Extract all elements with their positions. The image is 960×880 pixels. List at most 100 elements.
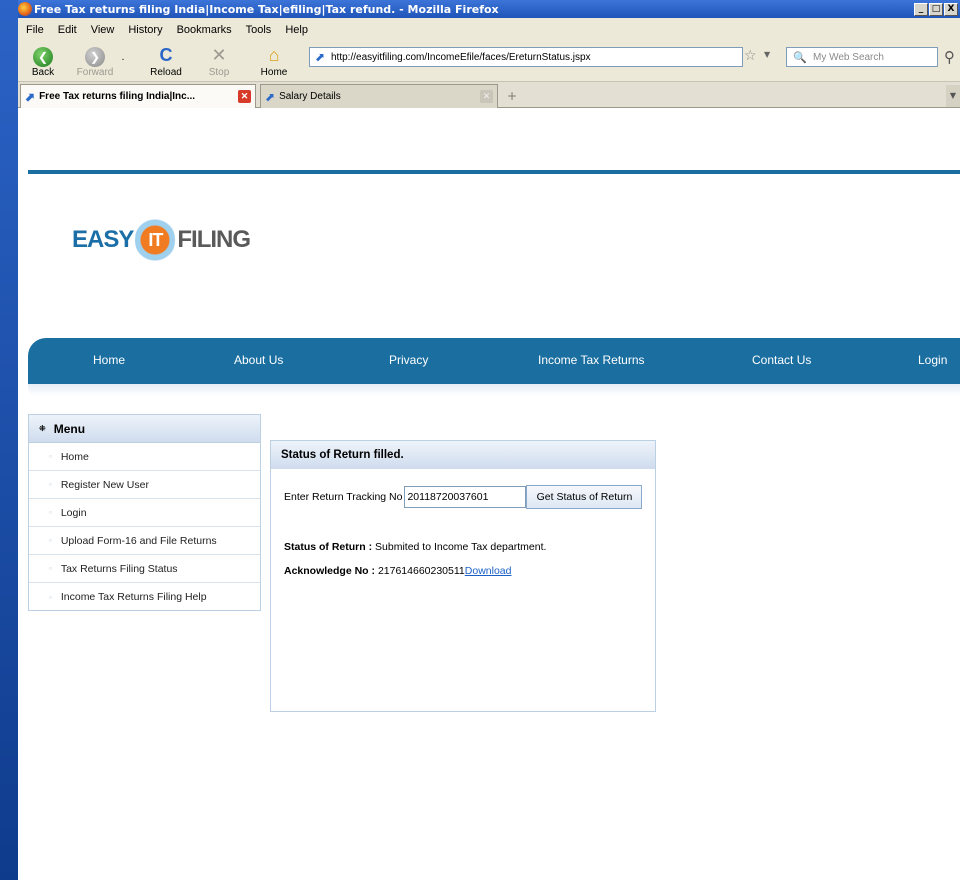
dropdown-dot-icon: . — [121, 52, 125, 63]
reload-label: Reload — [150, 67, 182, 78]
nav-shadow — [28, 384, 960, 396]
status-line: Status of Return : Submited to Income Ta… — [284, 541, 546, 553]
menu-bar: File Edit View History Bookmarks Tools H… — [18, 18, 960, 42]
nav-contact-us[interactable]: Contact Us — [752, 353, 811, 367]
url-bar[interactable]: ⬈ http://easyitfiling.com/IncomeEfile/fa… — [309, 47, 743, 67]
slide-border — [0, 0, 18, 880]
ack-label: Acknowledge No : — [284, 565, 376, 577]
tab-close-icon[interactable]: ✕ — [238, 90, 251, 103]
ack-line: Acknowledge No : 217614660230511Download — [284, 565, 511, 577]
tab-bar: ⬈ Free Tax returns filing India|Inc... ✕… — [18, 82, 960, 108]
status-panel: Status of Return filled. Enter Return Tr… — [270, 440, 656, 712]
tab-salary-label: Salary Details — [279, 91, 341, 102]
sidebar-title: Menu — [53, 421, 86, 436]
site-favicon-icon: ⬈ — [314, 50, 326, 64]
tracking-number-input[interactable]: 20118720037601 — [404, 486, 527, 508]
new-tab-icon[interactable]: + — [502, 86, 522, 106]
site-nav: Home About Us Privacy Income Tax Returns… — [28, 338, 960, 384]
search-go-icon[interactable]: ⚲ — [944, 48, 955, 66]
nav-login[interactable]: Login — [918, 353, 947, 367]
sidebar-item-home[interactable]: ▫ Home — [29, 443, 260, 471]
back-arrow-icon: ❮ — [33, 47, 53, 67]
reload-icon: C — [159, 45, 173, 65]
navigation-toolbar: ❮ Back ❯ Forward . C Reload ✕ Stop ⌂ Hom… — [18, 42, 960, 82]
sidebar-menu: ⁜ Menu ▫ Home ▫ Register New User ▫ Login ▫… — [28, 414, 261, 611]
download-link[interactable]: Download — [465, 565, 512, 577]
nav-about-us[interactable]: About Us — [234, 353, 283, 367]
menu-view[interactable]: View — [91, 24, 115, 36]
home-icon: ⌂ — [268, 45, 280, 65]
search-engine-icon[interactable]: 🔍 — [787, 51, 813, 64]
bullet-icon: ▫ — [49, 536, 52, 545]
header-divider — [28, 170, 960, 174]
url-text: http://easyitfiling.com/IncomeEfile/face… — [331, 51, 591, 63]
bullet-icon: ▫ — [49, 508, 52, 517]
tab-favicon-icon: ⬈ — [25, 89, 36, 104]
sidebar-item-filing-status[interactable]: ▫ Tax Returns Filing Status — [29, 555, 260, 583]
nav-privacy[interactable]: Privacy — [389, 353, 428, 367]
tab-main[interactable]: ⬈ Free Tax returns filing India|Inc... ✕ — [20, 84, 256, 108]
stop-label: Stop — [208, 67, 230, 78]
forward-dropdown[interactable]: . — [118, 52, 128, 63]
nav-income-tax-returns[interactable]: Income Tax Returns — [538, 353, 645, 367]
sidebar-item-upload-form16[interactable]: ▫ Upload Form-16 and File Returns — [29, 527, 260, 555]
tracking-label: Enter Return Tracking No — [284, 491, 403, 503]
menu-edit[interactable]: Edit — [58, 24, 77, 36]
url-dropdown-icon[interactable]: ▼ — [764, 50, 770, 59]
menu-tools[interactable]: Tools — [246, 24, 272, 36]
tab-list-icon[interactable]: ▼ — [946, 85, 960, 107]
home-button[interactable]: ⌂ Home — [258, 44, 290, 78]
forward-label: Forward — [76, 67, 114, 78]
firefox-icon — [18, 2, 32, 16]
bullet-icon: ▫ — [49, 452, 52, 461]
tab-main-label: Free Tax returns filing India|Inc... — [39, 91, 196, 102]
menu-history[interactable]: History — [128, 24, 162, 36]
menu-help[interactable]: Help — [285, 24, 308, 36]
bullet-icon: ▫ — [49, 564, 52, 573]
bullet-icon: ▫ — [49, 592, 52, 602]
tab-salary-details[interactable]: ⬈ Salary Details ✕ — [260, 84, 498, 108]
window-title: Free Tax returns filing India|Income Tax… — [34, 2, 499, 16]
sidebar-item-label: Tax Returns Filing Status — [60, 562, 178, 575]
maximize-button[interactable]: □ — [929, 2, 943, 16]
sidebar-item-label: Register New User — [60, 478, 149, 491]
get-status-button[interactable]: Get Status of Return — [526, 485, 643, 509]
tab-close-icon[interactable]: ✕ — [480, 90, 493, 103]
window-titlebar: Free Tax returns filing India|Income Tax… — [18, 0, 960, 18]
sidebar-item-label: Home — [60, 450, 89, 463]
menu-bookmarks[interactable]: Bookmarks — [177, 24, 232, 36]
sidebar-item-filing-help[interactable]: ▫ Income Tax Returns Filing Help — [29, 583, 260, 611]
sidebar-item-label: Login — [60, 506, 87, 519]
search-input[interactable]: 🔍 My Web Search — [786, 47, 938, 67]
forward-button[interactable]: ❯ Forward — [74, 44, 116, 78]
bookmark-star-icon[interactable]: ☆ — [744, 48, 757, 64]
sidebar-item-label: Upload Form-16 and File Returns — [60, 534, 217, 547]
stop-button[interactable]: ✕ Stop — [204, 44, 234, 78]
site-logo[interactable]: EASY IT FILING — [72, 212, 251, 268]
reload-button[interactable]: C Reload — [146, 44, 186, 78]
sidebar-header: ⁜ Menu — [29, 415, 260, 443]
logo-easy: EASY — [72, 226, 134, 253]
sidebar-item-label: Income Tax Returns Filing Help — [60, 591, 207, 603]
status-value: Submited to Income Tax department. — [375, 541, 547, 553]
sidebar-item-login[interactable]: ▫ Login — [29, 499, 260, 527]
bullet-icon: ▫ — [49, 480, 52, 489]
panel-title: Status of Return filled. — [271, 441, 655, 469]
ack-value: 217614660230511 — [377, 565, 465, 577]
web-page: EASY IT FILING Home About Us Privacy Inc… — [18, 108, 960, 880]
logo-it: IT — [135, 215, 176, 265]
search-placeholder: My Web Search — [813, 51, 884, 63]
home-label: Home — [260, 67, 288, 78]
status-label: Status of Return : — [284, 541, 373, 553]
nav-home[interactable]: Home — [93, 353, 125, 367]
sidebar-item-register[interactable]: ▫ Register New User — [29, 471, 260, 499]
menu-grip-icon: ⁜ — [39, 424, 46, 433]
close-button[interactable]: X — [944, 2, 958, 16]
menu-file[interactable]: File — [26, 24, 44, 36]
tab-favicon-icon: ⬈ — [265, 89, 276, 104]
logo-filing: FILING — [177, 226, 251, 253]
back-label: Back — [31, 67, 55, 78]
minimize-button[interactable]: _ — [914, 2, 928, 16]
back-button[interactable]: ❮ Back — [28, 44, 58, 78]
forward-arrow-icon: ❯ — [85, 47, 105, 67]
